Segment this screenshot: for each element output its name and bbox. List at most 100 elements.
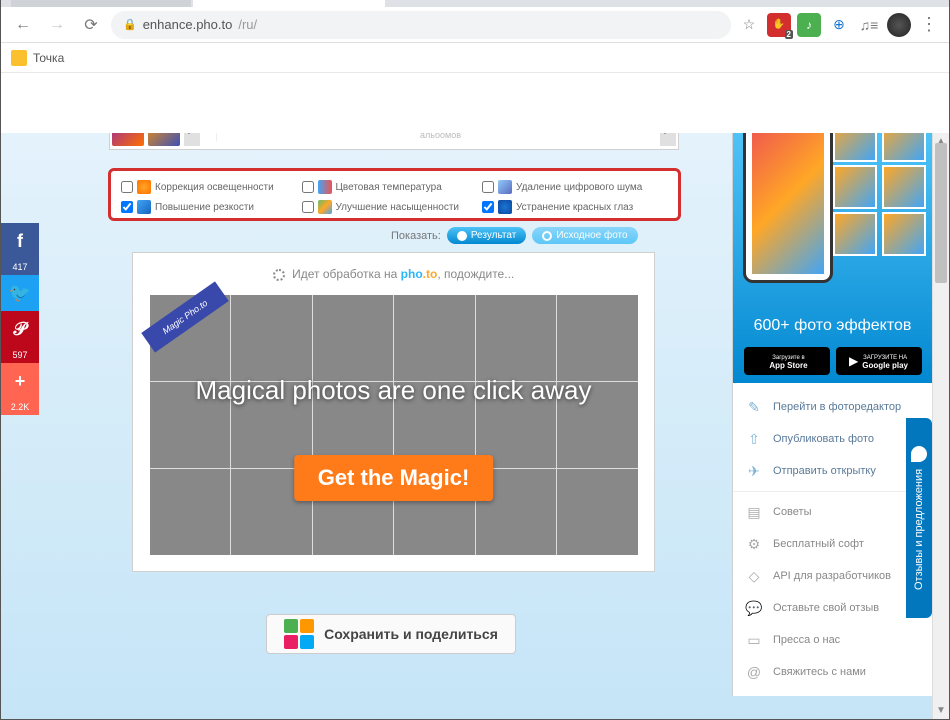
bookmark-folder-icon: [11, 50, 27, 66]
tab-lumpics[interactable]: Lumpics.ru ×: [11, 0, 191, 7]
forward-button[interactable]: →: [43, 11, 71, 39]
lock-icon: 🔒: [123, 18, 137, 31]
upload-icon: ⇧: [745, 430, 763, 448]
link-label: Пресса о нас: [773, 634, 840, 646]
link-tips[interactable]: ▤Советы: [733, 496, 932, 528]
url-path: /ru/: [238, 17, 257, 32]
saturation-icon: [318, 200, 332, 214]
opt-saturation[interactable]: Улучшение насыщенности: [302, 197, 483, 217]
googleplay-button[interactable]: ▶ЗАГРУЗИТЕ НАGoogle play: [836, 347, 922, 375]
new-tab-button[interactable]: +: [387, 0, 415, 7]
scroll-thumb[interactable]: [935, 143, 947, 283]
link-publish[interactable]: ⇧ Опубликовать фото: [733, 423, 932, 455]
result-toggle[interactable]: Результат: [447, 227, 526, 244]
browser-menu-icon[interactable]: ⋮: [917, 13, 941, 37]
opt-label: Устранение красных глаз: [516, 202, 633, 213]
temperature-icon: [318, 180, 332, 194]
media-list-icon[interactable]: ♫≡: [857, 13, 881, 37]
show-label: Показать:: [391, 230, 441, 242]
address-bar[interactable]: 🔒 enhance.pho.to/ru/: [111, 11, 731, 39]
social-share-bar: f 417 🐦 𝒫 597 + 2.2K: [1, 223, 39, 415]
thumb-next-icon[interactable]: ▶: [660, 133, 676, 146]
save-share-button[interactable]: Сохранить и поделиться: [266, 614, 516, 654]
feedback-label: Отзывы и предложения: [913, 468, 925, 589]
opt-temperature[interactable]: Цветовая температура: [302, 177, 483, 197]
appstore-button[interactable]: Загрузите вApp Store: [744, 347, 830, 375]
adblock-badge: 2: [785, 30, 793, 39]
promo-collage[interactable]: Magic Pho.to Magical photos are one clic…: [150, 295, 638, 555]
music-extension-icon[interactable]: ♪: [797, 13, 821, 37]
sharpen-icon: [137, 200, 151, 214]
loading-pre: Идет обработка на: [292, 267, 401, 281]
link-software[interactable]: ⚙Бесплатный софт: [733, 528, 932, 560]
bookmark-star-icon[interactable]: ☆: [737, 13, 761, 37]
twitter-share[interactable]: 🐦: [1, 275, 39, 311]
doc-icon: ▤: [745, 503, 763, 521]
link-label: API для разработчиков: [773, 570, 891, 582]
link-label: Бесплатный софт: [773, 538, 864, 550]
opt-sharpen[interactable]: Повышение резкости: [121, 197, 302, 217]
browser-toolbar: ← → ⟳ 🔒 enhance.pho.to/ru/ ☆ ✋2 ♪ ⊕ ♫≡ ⋮: [1, 7, 949, 43]
comment-icon: 💬: [745, 599, 763, 617]
brush-icon: ✎: [745, 398, 763, 416]
adblock-icon[interactable]: ✋2: [767, 13, 791, 37]
feedback-tab[interactable]: Отзывы и предложения: [906, 418, 932, 618]
link-press[interactable]: ▭Пресса о нас: [733, 624, 932, 656]
brand-to: .to: [423, 267, 438, 281]
checkbox[interactable]: [121, 181, 133, 193]
save-label: Сохранить и поделиться: [324, 626, 498, 642]
radio-dot-icon: [457, 231, 467, 241]
pinterest-share[interactable]: 𝒫: [1, 311, 39, 347]
thumb-next-icon[interactable]: ▶: [184, 133, 200, 146]
at-icon: @: [745, 663, 763, 681]
opt-label: Удаление цифрового шума: [516, 182, 642, 193]
checkbox[interactable]: [302, 201, 314, 213]
divider: [733, 491, 932, 492]
bookmark-item[interactable]: Точка: [33, 51, 64, 65]
addthis-share[interactable]: +: [1, 363, 39, 399]
link-feedback[interactable]: 💬Оставьте свой отзыв: [733, 592, 932, 624]
tab-photo[interactable]: https://enhance.pho.to/ru/ ×: [193, 0, 385, 7]
facebook-count: 417: [1, 259, 39, 275]
link-postcard[interactable]: ✈Отправить открытку: [733, 455, 932, 487]
thumb-info-text: Сюда вы сможете временно добавить резуль…: [216, 133, 656, 141]
link-label: Опубликовать фото: [773, 433, 874, 445]
reload-button[interactable]: ⟳: [77, 11, 105, 39]
pill-label: Результат: [471, 230, 516, 241]
source-toggle[interactable]: Исходное фото: [532, 227, 637, 244]
thumb-image[interactable]: [112, 133, 144, 146]
addthis-count: 2.2K: [1, 399, 39, 415]
opt-label: Улучшение насыщенности: [336, 202, 459, 213]
bookmarks-bar: Точка: [1, 43, 949, 73]
page-viewport: ▶ Сюда вы сможете временно добавить резу…: [1, 133, 949, 719]
sun-icon: [137, 180, 151, 194]
link-label: Свяжитесь с нами: [773, 666, 866, 678]
link-label: Отправить открытку: [773, 465, 876, 477]
scroll-down-icon[interactable]: ▼: [933, 702, 949, 719]
opt-denoise[interactable]: Удаление цифрового шума: [482, 177, 663, 197]
photo-preview-box: Идет обработка на pho.to, подождите... M…: [132, 252, 655, 572]
link-editor[interactable]: ✎Перейти в фоторедактор: [733, 391, 932, 423]
checkbox[interactable]: [482, 201, 494, 213]
vertical-scrollbar[interactable]: ▲ ▼: [932, 133, 949, 719]
checkbox[interactable]: [482, 181, 494, 193]
checkbox[interactable]: [302, 181, 314, 193]
view-toggle-row: Показать: Результат Исходное фото: [391, 227, 638, 244]
pill-label: Исходное фото: [556, 230, 627, 241]
facebook-share[interactable]: f: [1, 223, 39, 259]
opt-lighting[interactable]: Коррекция освещенности: [121, 177, 302, 197]
share-icon: [300, 619, 314, 633]
eye-icon: [498, 200, 512, 214]
link-contact[interactable]: @ Свяжитесь с нами: [733, 656, 932, 688]
app-promo: 600+ фото эффектов Загрузите вApp Store …: [733, 133, 932, 383]
thumb-image[interactable]: [148, 133, 180, 146]
opt-label: Повышение резкости: [155, 202, 254, 213]
checkbox[interactable]: [121, 201, 133, 213]
link-api[interactable]: ◇API для разработчиков: [733, 560, 932, 592]
enhancement-settings-panel: Коррекция освещенности Цветовая температ…: [108, 168, 681, 221]
get-magic-button[interactable]: Get the Magic!: [294, 455, 494, 501]
back-button[interactable]: ←: [9, 11, 37, 39]
opt-redeye[interactable]: Устранение красных глаз: [482, 197, 663, 217]
globe-extension-icon[interactable]: ⊕: [827, 13, 851, 37]
profile-avatar[interactable]: [887, 13, 911, 37]
